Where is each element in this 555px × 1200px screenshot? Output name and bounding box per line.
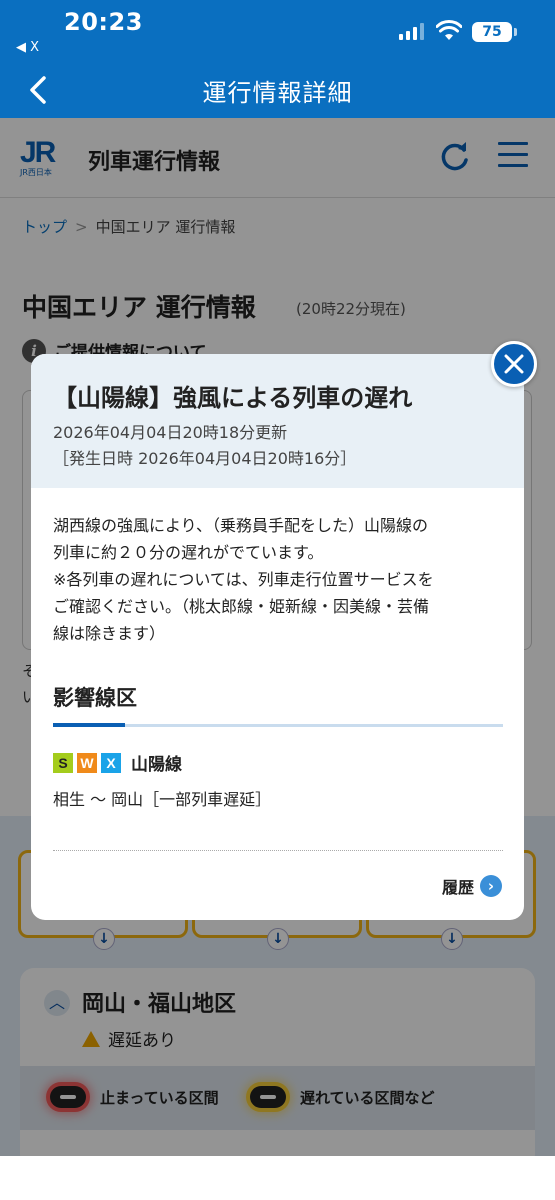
chevron-right-icon: › bbox=[480, 875, 502, 897]
affected-line: S W X 山陽線 bbox=[53, 750, 182, 775]
close-icon bbox=[504, 354, 524, 374]
status-time: 20:23 bbox=[64, 8, 143, 36]
line-name: 山陽線 bbox=[131, 755, 182, 775]
status-bar: 20:23 ◀ X 75 bbox=[0, 0, 555, 62]
battery-icon: 75 bbox=[472, 22, 517, 42]
wifi-icon bbox=[436, 20, 462, 40]
history-link[interactable]: 履歴 › bbox=[442, 874, 502, 898]
line-badge-s: S bbox=[53, 752, 73, 773]
back-to-app-link[interactable]: ◀ X bbox=[16, 40, 39, 55]
app-header: 運行情報詳細 bbox=[0, 62, 555, 118]
close-button[interactable] bbox=[491, 341, 537, 387]
affected-lines-heading: 影響線区 bbox=[53, 686, 137, 710]
incident-title: 【山陽線】強風による列車の遅れ bbox=[53, 384, 413, 412]
line-badge-x: X bbox=[101, 752, 121, 773]
incident-detail-modal: 【山陽線】強風による列車の遅れ 2026年04月04日20時18分更新 ［発生日… bbox=[31, 354, 524, 920]
updated-time: 2026年04月04日20時18分更新 bbox=[53, 423, 288, 442]
occurred-time: ［発生日時 2026年04月04日20時16分］ bbox=[53, 449, 357, 468]
app-title: 運行情報詳細 bbox=[202, 79, 353, 107]
heading-underline-accent bbox=[53, 723, 125, 727]
modal-header: 【山陽線】強風による列車の遅れ 2026年04月04日20時18分更新 ［発生日… bbox=[31, 354, 524, 488]
divider bbox=[53, 850, 503, 851]
incident-description: 湖西線の強風により、（乗務員手配をした）山陽線の 列車に約２０分の遅れがでていま… bbox=[53, 516, 434, 643]
affected-section: 相生 〜 岡山［一部列車遅延］ bbox=[53, 790, 272, 809]
bottom-safe-area bbox=[0, 1156, 555, 1200]
cellular-signal-icon bbox=[399, 22, 424, 40]
line-badge-w: W bbox=[77, 752, 97, 773]
